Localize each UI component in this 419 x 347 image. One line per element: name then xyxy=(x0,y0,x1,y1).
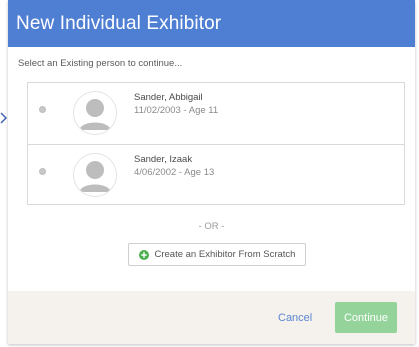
create-from-scratch-button[interactable]: Create an Exhibitor From Scratch xyxy=(128,243,306,266)
person-name: Sander, Abbigail xyxy=(134,92,203,103)
create-from-scratch-label: Create an Exhibitor From Scratch xyxy=(154,249,296,260)
dialog-title: New Individual Exhibitor xyxy=(16,12,222,34)
avatar xyxy=(73,91,117,135)
screen: New Individual Exhibitor Select an Exist… xyxy=(0,0,419,347)
or-divider: - OR - xyxy=(198,221,225,232)
new-exhibitor-dialog: New Individual Exhibitor Select an Exist… xyxy=(8,0,415,344)
continue-button[interactable]: Continue xyxy=(335,302,397,333)
person-silhouette-icon xyxy=(74,92,116,134)
person-birthdate-age: 4/06/2002 - Age 13 xyxy=(134,167,215,178)
existing-person-list: Sander, Abbigail 11/02/2003 - Age 11 San… xyxy=(27,82,405,205)
instruction-text: Select an Existing person to continue... xyxy=(18,58,183,69)
person-silhouette-icon xyxy=(74,154,116,196)
person-name: Sander, Izaak xyxy=(134,154,193,165)
cancel-button[interactable]: Cancel xyxy=(278,312,312,324)
dialog-footer: Cancel Continue xyxy=(8,291,415,344)
avatar xyxy=(73,153,117,197)
person-row-izaak[interactable]: Sander, Izaak 4/06/2002 - Age 13 xyxy=(28,144,404,205)
person-birthdate-age: 11/02/2003 - Age 11 xyxy=(134,105,219,116)
person-radio[interactable] xyxy=(39,106,46,113)
person-radio[interactable] xyxy=(39,168,46,175)
person-row-abbigail[interactable]: Sander, Abbigail 11/02/2003 - Age 11 xyxy=(28,83,404,144)
arrow-pointer-icon xyxy=(0,112,7,124)
plus-circle-icon xyxy=(138,249,149,260)
dialog-header: New Individual Exhibitor xyxy=(8,0,415,47)
